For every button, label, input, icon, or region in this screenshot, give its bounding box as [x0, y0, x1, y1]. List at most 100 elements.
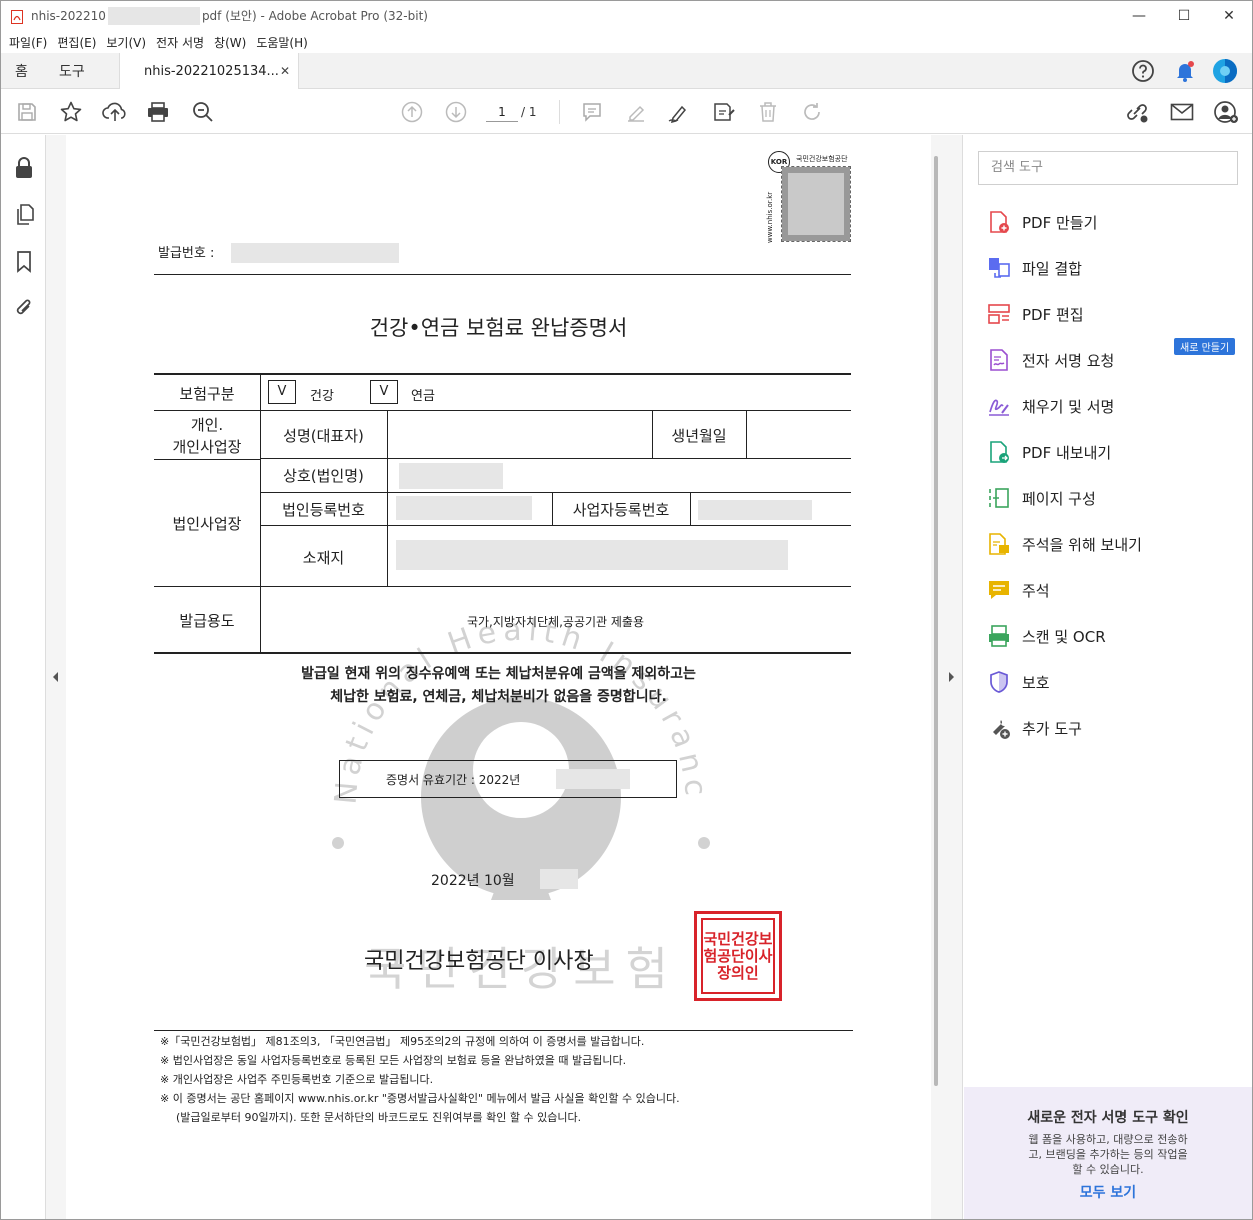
menu-bar: 파일(F) 편집(E) 보기(V) 전자 서명 창(W) 도움말(H) [1, 31, 1252, 53]
previous-page-icon[interactable] [399, 90, 425, 134]
comment-icon [986, 577, 1012, 603]
print-icon[interactable] [145, 90, 171, 134]
organize-pages-icon [986, 485, 1012, 511]
upload-cloud-icon[interactable] [101, 90, 129, 134]
tool-comment[interactable]: 주석 [986, 577, 1050, 603]
add-user-icon[interactable] [1212, 90, 1240, 134]
highlight-pen-icon[interactable] [623, 90, 649, 134]
close-window-button[interactable]: ✕ [1206, 1, 1252, 31]
attachments-paperclip-icon[interactable] [13, 297, 35, 319]
scan-ocr-icon [986, 623, 1012, 649]
tab-home[interactable]: 홈 [15, 53, 28, 89]
promo-text: 고, 브랜딩을 추가하는 등의 작업을 [1028, 1148, 1188, 1161]
qr-code-block: 국민건강보험공단 www.nhis.or.kr KOR [766, 151, 854, 243]
statement-line-1: 발급일 현재 위의 징수유예액 또는 체납처분유예 금액을 제외하고는 [301, 666, 696, 682]
menu-esign[interactable]: 전자 서명 [156, 34, 204, 51]
create-pdf-icon [986, 209, 1012, 235]
share-link-icon[interactable] [1123, 90, 1151, 134]
table-rule [154, 586, 851, 587]
issue-date: 2022년 10월 [431, 873, 515, 889]
menu-window[interactable]: 창(W) [214, 34, 246, 51]
birth-label: 생년월일 [671, 427, 727, 445]
tool-combine-files[interactable]: 파일 결합 [986, 255, 1082, 281]
address-redacted [396, 540, 788, 570]
menu-help[interactable]: 도움말(H) [256, 34, 308, 51]
table-rule [260, 458, 851, 459]
redaction [107, 7, 200, 26]
draw-pen-icon[interactable] [666, 90, 692, 134]
table-col-rule [746, 411, 747, 459]
toolbar: 1 / 1 [1, 90, 1252, 134]
table-rule [154, 459, 260, 460]
tool-organize-pages[interactable]: 페이지 구성 [986, 485, 1096, 511]
minimize-button[interactable]: — [1116, 1, 1162, 31]
vertical-scrollbar[interactable] [934, 156, 938, 1086]
table-bottom-rule [154, 652, 851, 654]
bookmarks-icon[interactable] [13, 251, 35, 273]
issue-number-label: 발급번호 : [158, 246, 215, 261]
note-line: ※ 이 증명서는 공단 홈페이지 www.nhis.or.kr "증명서발급사실… [160, 1092, 680, 1105]
tool-label: 주석을 위해 보내기 [1022, 535, 1142, 554]
page-number-input[interactable]: 1 [486, 102, 518, 122]
tool-label: 전자 서명 요청 [1022, 351, 1115, 370]
left-navigation-rail [1, 135, 46, 1219]
save-icon[interactable] [15, 90, 39, 134]
window-title: nhis-202210 pdf (보안) - Adobe Acrobat Pro … [31, 7, 428, 26]
individual-label: 개인. [190, 416, 224, 434]
biz-reg-redacted [698, 500, 812, 520]
search-tools-input[interactable]: 검색 도구 [978, 151, 1238, 185]
page-thumbnails-icon[interactable] [13, 204, 35, 226]
zoom-search-icon[interactable] [190, 90, 216, 134]
tool-export-pdf[interactable]: PDF 내보내기 [986, 439, 1111, 465]
expand-right-icon[interactable] [947, 671, 955, 683]
insurance-type-label: 보험구분 [179, 385, 235, 403]
notification-bell-icon[interactable] [1173, 53, 1197, 89]
menu-view[interactable]: 보기(V) [106, 34, 146, 51]
account-avatar[interactable] [1212, 53, 1238, 89]
purpose-label: 발급용도 [179, 612, 235, 630]
tab-bar: 홈 도구 nhis-20221025134... ✕ [1, 53, 1252, 89]
tool-scan-ocr[interactable]: 스캔 및 OCR [986, 623, 1106, 649]
tool-more-tools[interactable]: 추가 도구 [986, 715, 1082, 741]
esign-promo-card: 새로운 전자 서명 도구 확인 웹 폼을 사용하고, 대량으로 전송하 고, 브… [964, 1087, 1252, 1219]
edit-pdf-icon [986, 301, 1012, 327]
promo-text: 웹 폼을 사용하고, 대량으로 전송하 [1028, 1133, 1188, 1146]
help-icon[interactable] [1131, 53, 1155, 89]
see-all-link[interactable]: 모두 보기 [964, 1182, 1252, 1202]
tool-edit-pdf[interactable]: PDF 편집 [986, 301, 1084, 327]
corporate-label: 법인사업장 [172, 515, 242, 533]
comment-icon[interactable] [579, 90, 605, 134]
qr-code-image [781, 166, 851, 242]
tab-tools[interactable]: 도구 [59, 53, 85, 89]
purpose-value: 국가,지방자치단체,공공기관 제출용 [466, 615, 645, 629]
maximize-button[interactable]: ☐ [1161, 1, 1207, 31]
tool-label: 추가 도구 [1022, 719, 1082, 738]
rule [154, 274, 851, 275]
tool-send-for-comments[interactable]: 주석을 위해 보내기 [986, 531, 1142, 557]
menu-file[interactable]: 파일(F) [9, 34, 47, 51]
tool-protect[interactable]: 보호 [986, 669, 1050, 695]
delete-trash-icon[interactable] [756, 90, 780, 134]
note-line: (발급일로부터 90일까지). 또한 문서하단의 바코드로도 진위여부를 확인 … [176, 1111, 582, 1124]
next-page-icon[interactable] [443, 90, 469, 134]
tool-label: PDF 편집 [1022, 305, 1084, 324]
tab-close-icon[interactable]: ✕ [280, 64, 290, 78]
name-label: 성명(대표자) [283, 427, 364, 445]
tab-document[interactable]: nhis-20221025134... ✕ [119, 53, 299, 89]
left-panel-gutter [46, 135, 66, 1219]
bookmark-star-icon[interactable] [58, 90, 84, 134]
security-lock-icon[interactable] [13, 157, 35, 179]
rotate-icon[interactable] [799, 90, 825, 134]
tool-create-pdf[interactable]: PDF 만들기 [986, 209, 1097, 235]
qr-caption: 국민건강보험공단 [796, 155, 848, 163]
tool-request-esign[interactable]: 전자 서명 요청 [986, 347, 1114, 373]
more-tools-icon [986, 715, 1012, 741]
menu-edit[interactable]: 편집(E) [57, 34, 96, 51]
seal-text: 국민건강보험공단이사장의인 [701, 918, 775, 994]
email-icon[interactable] [1168, 90, 1196, 134]
tool-label: 페이지 구성 [1022, 489, 1096, 508]
expand-left-icon[interactable] [52, 671, 60, 683]
table-col-rule [690, 492, 691, 526]
tool-fill-sign[interactable]: 채우기 및 서명 [986, 393, 1114, 419]
fill-sign-icon[interactable] [710, 90, 738, 134]
